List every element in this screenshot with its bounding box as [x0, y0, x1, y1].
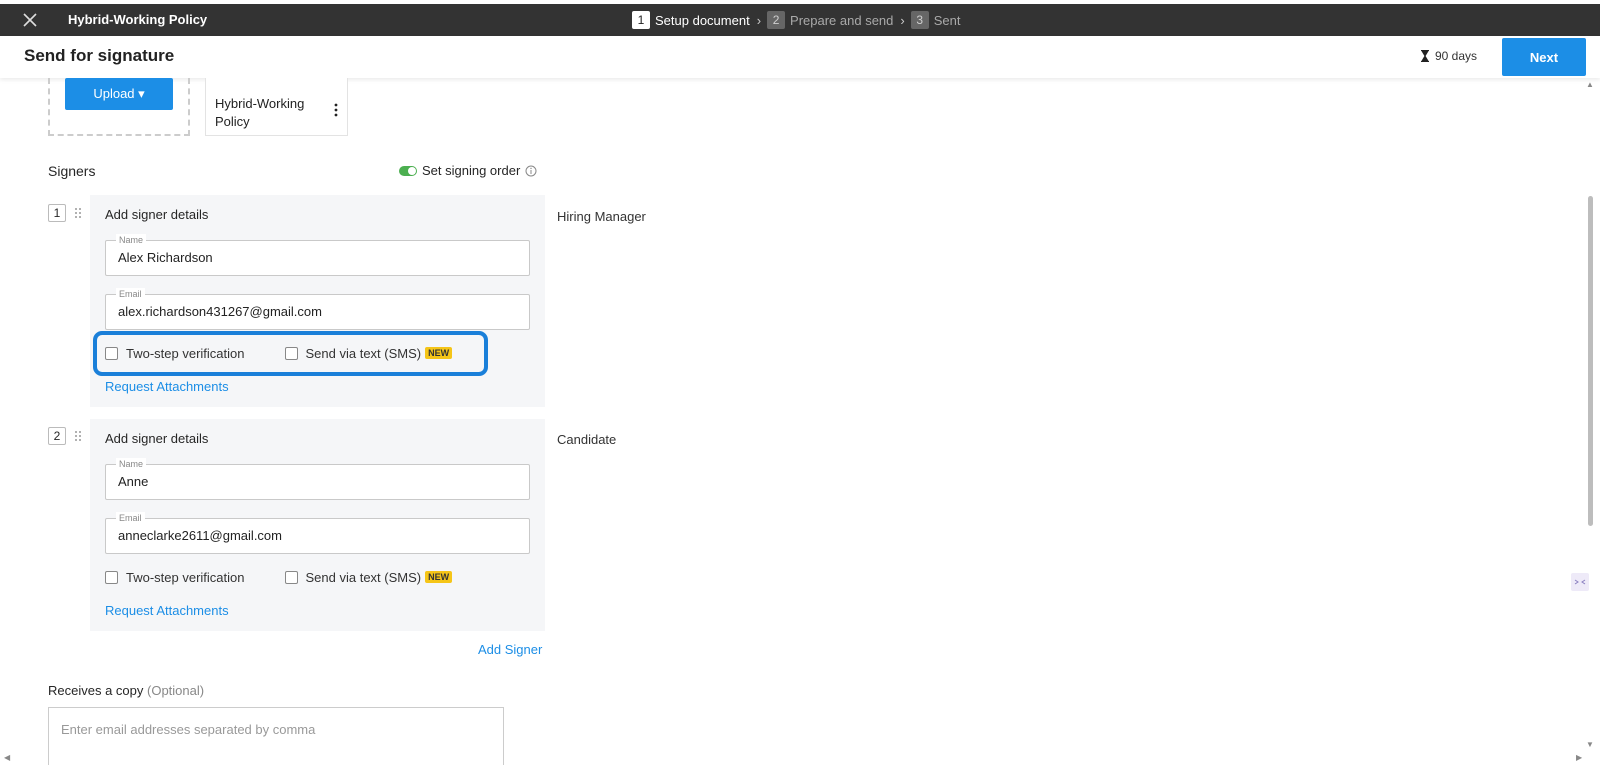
- scroll-up-arrow[interactable]: ▲: [1586, 80, 1594, 89]
- step-prepare-and-send[interactable]: 2 Prepare and send ›: [767, 11, 905, 29]
- side-panel-toggle[interactable]: [1571, 573, 1589, 591]
- signer-card-title: Add signer details: [105, 431, 209, 446]
- document-title: Hybrid-Working Policy: [68, 12, 208, 27]
- email-field-label: Email: [116, 512, 145, 524]
- info-icon[interactable]: [525, 165, 537, 177]
- document-card[interactable]: Hybrid-Working Policy: [205, 78, 348, 136]
- signing-order-toggle[interactable]: Set signing order: [399, 163, 537, 178]
- scroll-down-arrow[interactable]: ▼: [1586, 740, 1594, 749]
- upload-button[interactable]: Upload ▾: [65, 78, 173, 110]
- scrollbar-thumb[interactable]: [1588, 196, 1593, 526]
- copy-recipients-input[interactable]: [61, 722, 481, 737]
- sms-checkbox[interactable]: [284, 570, 298, 584]
- name-field-label: Name: [116, 458, 147, 470]
- vertical-scrollbar[interactable]: ▲ ▼: [1582, 78, 1600, 753]
- step-setup-document[interactable]: 1 Setup document ›: [632, 11, 761, 29]
- step-progress: 1 Setup document › 2 Prepare and send › …: [632, 11, 966, 29]
- copy-heading: Receives a copy (Optional): [48, 683, 204, 698]
- signer-card: Add signer details Name Email Two-step v…: [90, 419, 545, 631]
- toggle-switch[interactable]: [399, 165, 417, 176]
- verification-options: Two-step verification Send via text (SMS…: [105, 567, 453, 587]
- chevron-right-icon: ›: [756, 12, 762, 28]
- signer-role: Candidate: [557, 432, 617, 447]
- email-field[interactable]: Email: [105, 288, 530, 330]
- sms-label: Send via text (SMS): [305, 569, 422, 585]
- email-field[interactable]: Email: [105, 512, 530, 554]
- next-button[interactable]: Next: [1502, 38, 1586, 76]
- kebab-menu-icon[interactable]: [333, 102, 339, 118]
- page-title: Send for signature: [24, 46, 175, 65]
- email-field-label: Email: [116, 288, 145, 300]
- name-field-label: Name: [116, 234, 147, 246]
- highlight-box: [93, 331, 488, 376]
- copy-heading-label: Receives a copy: [48, 683, 144, 698]
- step-number: 3: [910, 11, 929, 29]
- step-number: 1: [632, 11, 650, 29]
- signing-order-label: Set signing order: [422, 163, 521, 178]
- step-label: Setup document: [655, 12, 750, 28]
- add-signer-link[interactable]: Add Signer: [478, 642, 542, 657]
- request-attachments-link[interactable]: Request Attachments: [105, 603, 229, 618]
- name-field[interactable]: Name: [105, 458, 530, 500]
- page-header: Send for signature 90 days Next: [0, 36, 1600, 78]
- document-name: Hybrid-Working Policy: [215, 96, 305, 129]
- send-via-sms-option[interactable]: Send via text (SMS) NEW: [284, 569, 453, 585]
- step-sent[interactable]: 3 Sent: [910, 11, 961, 29]
- top-bar: Hybrid-Working Policy 1 Setup document ›…: [0, 4, 1600, 36]
- close-icon[interactable]: [20, 10, 40, 30]
- name-field[interactable]: Name: [105, 234, 530, 276]
- request-attachments-link[interactable]: Request Attachments: [105, 379, 229, 394]
- email-input[interactable]: [118, 304, 518, 319]
- two-step-label: Two-step verification: [126, 569, 245, 585]
- signer-card-title: Add signer details: [105, 207, 209, 222]
- signer-order-number[interactable]: 1: [48, 204, 66, 222]
- email-input[interactable]: [118, 528, 518, 543]
- signers-heading: Signers: [48, 163, 96, 179]
- two-step-verification-option[interactable]: Two-step verification: [105, 570, 245, 585]
- step-label: Sent: [933, 12, 961, 28]
- scroll-right-arrow[interactable]: ▶: [1576, 753, 1582, 762]
- new-badge: NEW: [425, 571, 453, 583]
- expiry-indicator[interactable]: 90 days: [1420, 49, 1477, 63]
- chevron-right-icon: ›: [900, 12, 905, 28]
- step-number: 2: [767, 11, 786, 29]
- signer-order-number[interactable]: 2: [48, 427, 66, 445]
- drag-handle-icon[interactable]: [74, 207, 82, 219]
- name-input[interactable]: [118, 474, 518, 489]
- collapse-icon: [1574, 579, 1586, 585]
- expiry-days: 90 days: [1435, 49, 1478, 63]
- hourglass-icon: [1421, 50, 1429, 62]
- scroll-left-arrow[interactable]: ◀: [4, 753, 10, 762]
- signer-role: Hiring Manager: [557, 209, 646, 224]
- name-input[interactable]: [118, 250, 518, 265]
- optional-label: (Optional): [147, 683, 205, 698]
- two-step-checkbox[interactable]: [105, 570, 118, 584]
- drag-handle-icon[interactable]: [74, 430, 82, 442]
- horizontal-scrollbar[interactable]: ◀ ▶: [0, 753, 1600, 765]
- step-label: Prepare and send: [790, 12, 894, 28]
